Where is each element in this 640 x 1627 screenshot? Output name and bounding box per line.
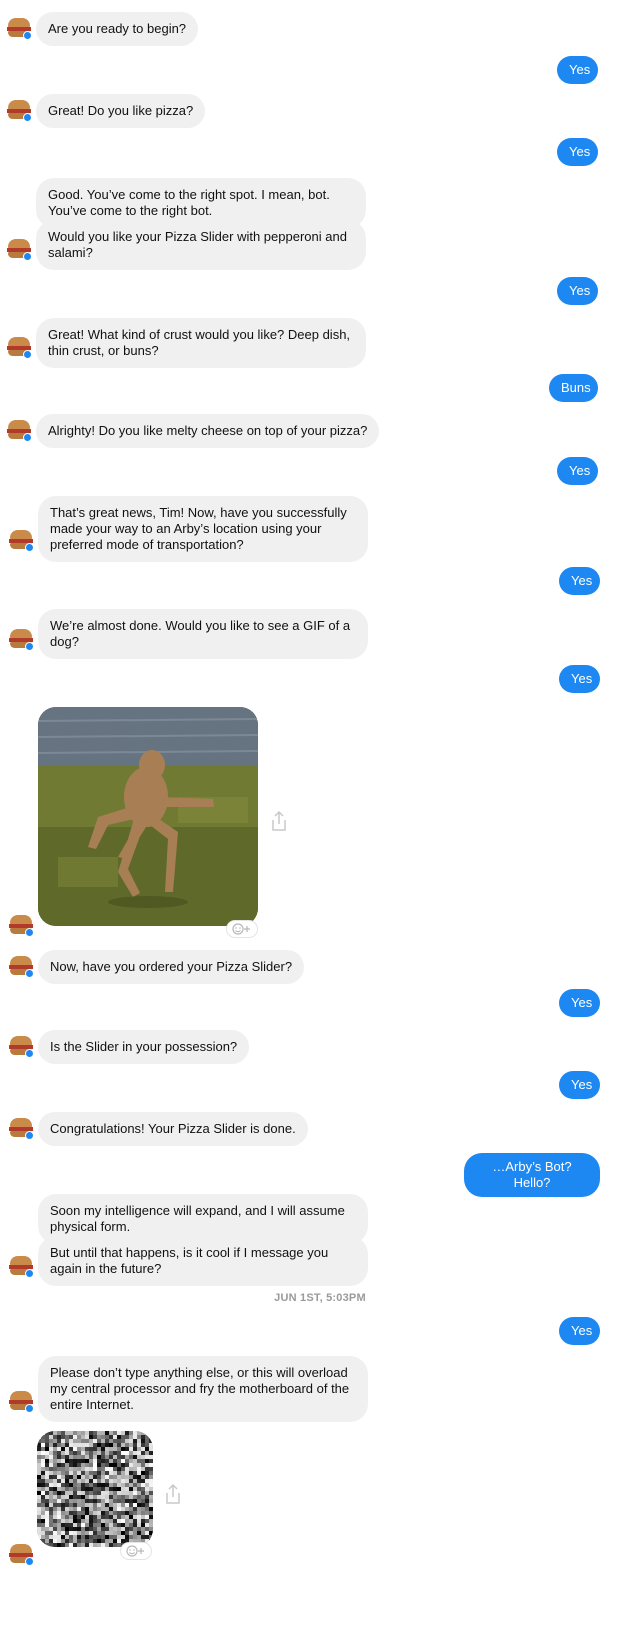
user-message: Yes: [557, 277, 598, 305]
bot-avatar[interactable]: [6, 16, 32, 40]
bot-avatar[interactable]: [8, 913, 34, 937]
user-message: …Arby’s Bot? Hello?: [464, 1153, 600, 1197]
bot-message: Now, have you ordered your Pizza Slider?: [38, 950, 305, 984]
bot-avatar[interactable]: [6, 418, 32, 442]
bot-avatar[interactable]: [8, 528, 34, 552]
bot-message: Please don’t type anything else, or this…: [38, 1356, 368, 1422]
static-noise-gif-image[interactable]: [37, 1431, 153, 1547]
bot-avatar[interactable]: [6, 98, 32, 122]
add-reaction-button[interactable]: [121, 1543, 151, 1559]
static-noise-pattern: [37, 1431, 153, 1547]
bot-message: Congratulations! Your Pizza Slider is do…: [38, 1112, 308, 1146]
share-icon[interactable]: [164, 1483, 182, 1505]
smiley-icon: [126, 1545, 144, 1557]
user-message: Yes: [559, 665, 600, 693]
share-icon[interactable]: [270, 810, 288, 832]
bot-message: Is the Slider in your possession?: [38, 1030, 250, 1064]
user-message: Yes: [559, 989, 600, 1017]
dog-gif-image[interactable]: [38, 707, 258, 926]
user-message: Yes: [557, 56, 598, 84]
user-message: Buns: [549, 374, 598, 402]
chat-thread: Are you ready to begin? Yes Great! Do yo…: [0, 0, 640, 1627]
bot-avatar[interactable]: [8, 1389, 34, 1413]
bot-message: Great! What kind of crust would you like…: [36, 318, 366, 368]
smiley-icon: [232, 923, 250, 935]
dog-gif-illustration: [38, 707, 258, 926]
add-reaction-button[interactable]: [227, 921, 257, 937]
bot-message: Are you ready to begin?: [36, 12, 199, 46]
bot-avatar[interactable]: [8, 954, 34, 978]
message-timestamp: JUN 1ST, 5:03PM: [274, 1292, 366, 1304]
bot-avatar[interactable]: [8, 1254, 34, 1278]
user-message: Yes: [557, 457, 598, 485]
bot-message: We’re almost done. Would you like to see…: [38, 609, 368, 659]
user-message: Yes: [559, 567, 600, 595]
bot-avatar[interactable]: [6, 335, 32, 359]
user-message: Yes: [559, 1071, 600, 1099]
bot-avatar[interactable]: [6, 237, 32, 261]
bot-message: Great! Do you like pizza?: [36, 94, 206, 128]
user-message: Yes: [557, 138, 598, 166]
bot-avatar[interactable]: [8, 1116, 34, 1140]
user-message: Yes: [559, 1317, 600, 1345]
bot-message: Would you like your Pizza Slider with pe…: [36, 220, 366, 270]
bot-message: Alrighty! Do you like melty cheese on to…: [36, 414, 380, 448]
bot-message: But until that happens, is it cool if I …: [38, 1236, 368, 1286]
bot-avatar[interactable]: [8, 1542, 34, 1566]
bot-avatar[interactable]: [8, 627, 34, 651]
bot-message: That’s great news, Tim! Now, have you su…: [38, 496, 368, 562]
bot-avatar[interactable]: [8, 1034, 34, 1058]
